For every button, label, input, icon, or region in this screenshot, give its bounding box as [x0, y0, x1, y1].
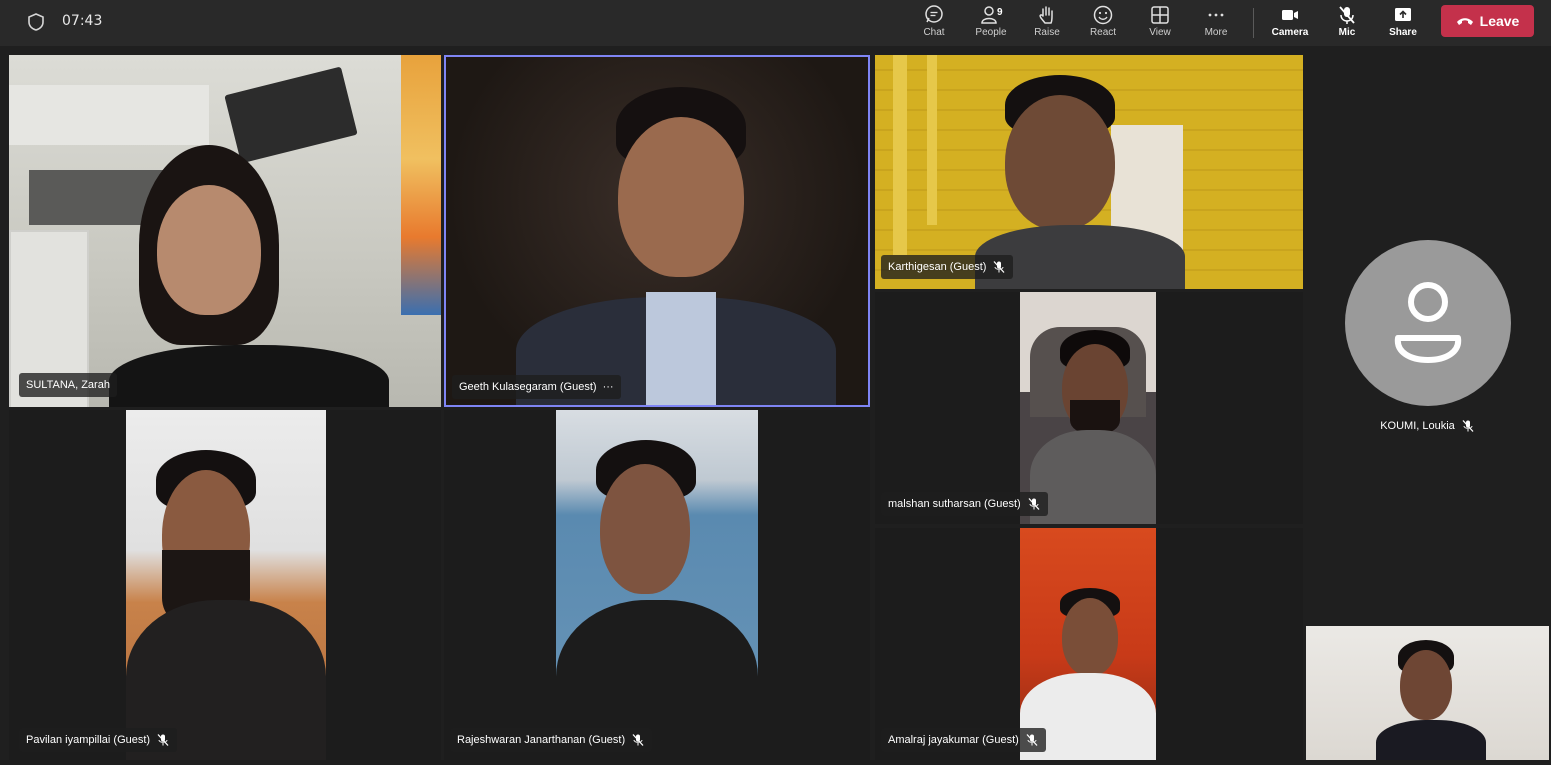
video-feed	[556, 410, 758, 760]
react-label: React	[1089, 27, 1117, 38]
participant-name-tag: Geeth Kulasegaram (Guest) ···	[452, 375, 621, 399]
mic-muted-icon	[1462, 420, 1474, 432]
mic-label: Mic	[1338, 27, 1356, 38]
share-button[interactable]: Share	[1381, 3, 1425, 43]
share-label: Share	[1389, 27, 1417, 38]
participant-name: SULTANA, Zarah	[26, 379, 110, 391]
participant-name: Rajeshwaran Janarthanan (Guest)	[457, 734, 626, 746]
chat-icon	[912, 3, 956, 27]
camera-label: Camera	[1271, 27, 1309, 38]
shield-icon	[28, 13, 44, 31]
view-button[interactable]: View	[1138, 3, 1182, 43]
toolbar-divider	[1253, 8, 1254, 38]
mic-muted-icon	[1028, 498, 1040, 510]
chat-label: Chat	[923, 27, 945, 38]
participant-name-tag: Rajeshwaran Janarthanan (Guest)	[450, 728, 653, 752]
raise-hand-button[interactable]: Raise	[1025, 3, 1069, 43]
people-button[interactable]: 9 People	[969, 3, 1013, 43]
leave-label: Leave	[1479, 13, 1520, 29]
video-feed	[9, 55, 441, 407]
participant-name-tag: SULTANA, Zarah	[19, 373, 117, 397]
meeting-toolbar: 07:43 Chat 9 People Raise React View Mor…	[0, 0, 1551, 46]
participant-tile-malshan[interactable]: malshan sutharsan (Guest)	[875, 292, 1303, 524]
more-button[interactable]: More	[1194, 3, 1238, 43]
participant-name: Amalraj jayakumar (Guest)	[888, 734, 1019, 746]
view-label: View	[1149, 27, 1171, 38]
video-feed	[126, 410, 326, 760]
people-label: People	[975, 27, 1007, 38]
more-icon	[1194, 3, 1238, 27]
person-icon	[1394, 282, 1462, 363]
video-feed	[446, 57, 868, 405]
camera-icon	[1268, 3, 1312, 27]
smiley-icon	[1081, 3, 1125, 27]
pipe	[927, 55, 937, 225]
mic-off-icon	[1325, 3, 1369, 27]
participant-name-tag: KOUMI, Loukia	[1306, 419, 1549, 433]
participant-tile-pavilan[interactable]: Pavilan iyampillai (Guest)	[9, 410, 441, 760]
video-feed	[1020, 528, 1156, 760]
meeting-timer: 07:43	[62, 13, 103, 29]
pipe	[893, 55, 907, 255]
participant-name: Geeth Kulasegaram (Guest)	[459, 381, 597, 393]
mic-button[interactable]: Mic	[1325, 3, 1369, 43]
mic-muted-icon	[1026, 734, 1038, 746]
video-feed	[1306, 626, 1549, 760]
participant-tile-rajeshwaran[interactable]: Rajeshwaran Janarthanan (Guest)	[444, 410, 870, 760]
participant-tile-koumi[interactable]: KOUMI, Loukia	[1306, 55, 1549, 623]
hang-up-icon	[1456, 18, 1473, 25]
camera-button[interactable]: Camera	[1268, 3, 1312, 43]
people-count: 9	[997, 7, 1003, 18]
share-screen-icon	[1381, 3, 1425, 27]
participant-name-tag: malshan sutharsan (Guest)	[881, 492, 1048, 516]
participant-tile-amalraj[interactable]: Amalraj jayakumar (Guest)	[875, 528, 1303, 760]
participant-tile-geeth[interactable]: Geeth Kulasegaram (Guest) ···	[444, 55, 870, 407]
grid-view-icon	[1138, 3, 1182, 27]
video-feed	[1020, 292, 1156, 524]
mic-muted-icon	[632, 734, 644, 746]
participant-name: Pavilan iyampillai (Guest)	[26, 734, 151, 746]
people-icon	[969, 3, 1013, 27]
more-label: More	[1204, 27, 1228, 38]
mic-muted-icon	[993, 261, 1005, 273]
chat-button[interactable]: Chat	[912, 3, 956, 43]
avatar	[1345, 240, 1511, 406]
participant-name: KOUMI, Loukia	[1380, 420, 1455, 432]
participant-name: Karthigesan (Guest)	[888, 261, 987, 273]
mic-muted-icon	[157, 734, 169, 746]
participant-name: malshan sutharsan (Guest)	[888, 498, 1021, 510]
participant-name-tag: Karthigesan (Guest)	[881, 255, 1014, 279]
hand-icon	[1025, 3, 1069, 27]
raise-label: Raise	[1034, 27, 1060, 38]
participant-tile-karthigesan[interactable]: Karthigesan (Guest)	[875, 55, 1303, 289]
participant-more-options-icon[interactable]: ···	[603, 381, 614, 393]
participant-name-tag: Amalraj jayakumar (Guest)	[881, 728, 1046, 752]
video-feed	[875, 55, 1303, 289]
participant-name-tag: Pavilan iyampillai (Guest)	[19, 728, 178, 752]
self-view-tile[interactable]	[1306, 626, 1549, 760]
poster	[401, 55, 441, 315]
leave-button[interactable]: Leave	[1441, 5, 1534, 37]
participant-tile-zarah[interactable]: SULTANA, Zarah	[9, 55, 441, 407]
react-button[interactable]: React	[1081, 3, 1125, 43]
